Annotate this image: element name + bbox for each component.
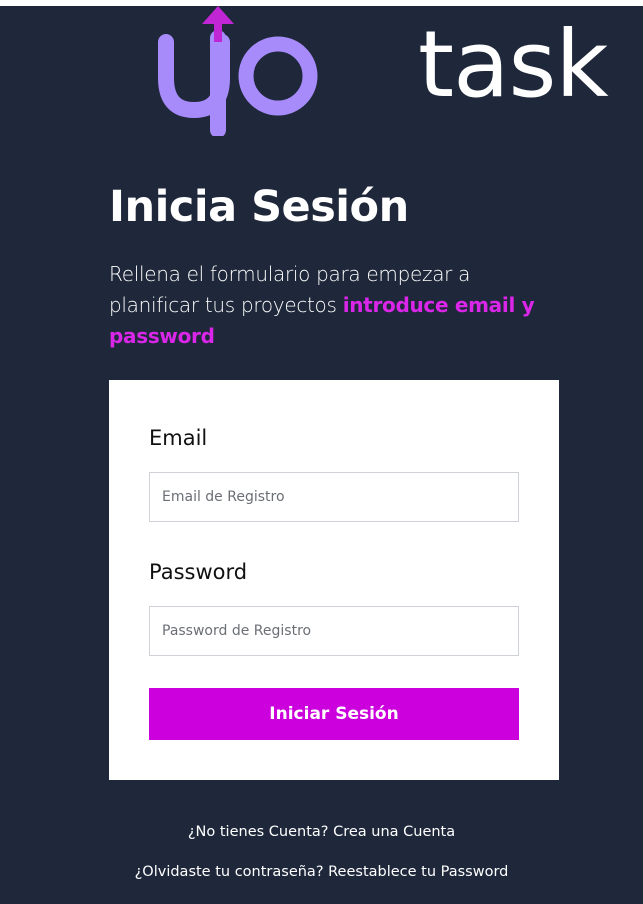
forgot-password-link[interactable]: ¿Olvidaste tu contraseña? Reestablece tu… [0,864,643,880]
logo-text-task: task [418,11,609,118]
page-subtitle: Rellena el formulario para empezar a pla… [109,259,559,352]
login-button[interactable]: Iniciar Sesión [149,688,519,740]
up-logo-mark [158,6,318,138]
email-input[interactable] [149,472,519,522]
register-link[interactable]: ¿No tienes Cuenta? Crea una Cuenta [0,824,643,840]
password-input[interactable] [149,606,519,656]
login-page: task Inicia Sesión Rellena el formulario… [0,6,643,904]
uptask-logo: task [150,6,609,138]
page-title: Inicia Sesión [109,182,409,232]
email-label: Email [149,426,208,450]
password-label: Password [149,560,248,584]
login-form: Email Password Iniciar Sesión [109,380,559,780]
